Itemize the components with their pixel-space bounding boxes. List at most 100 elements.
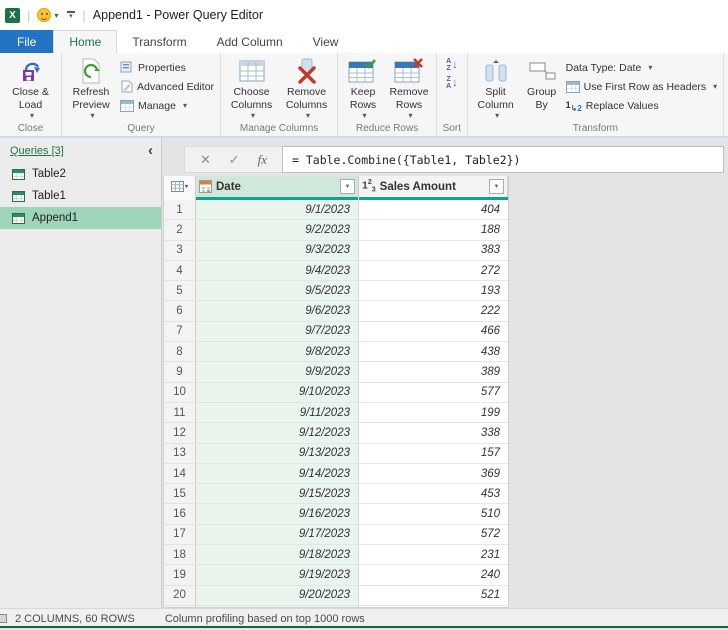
date-cell[interactable]: 9/9/2023 — [196, 362, 359, 382]
sales-amount-cell[interactable]: 231 — [359, 545, 508, 565]
sales-amount-cell[interactable]: 338 — [359, 423, 508, 443]
date-cell[interactable]: 9/11/2023 — [196, 403, 359, 423]
sales-amount-cell[interactable]: 438 — [359, 342, 508, 362]
sort-ascending-button[interactable]: AZ↓ — [446, 59, 458, 72]
sales-amount-cell[interactable]: 577 — [359, 383, 508, 403]
sales-amount-cell[interactable]: 404 — [359, 200, 508, 220]
row-number[interactable]: 20 — [164, 586, 196, 606]
advanced-editor-button[interactable]: Advanced Editor — [117, 77, 217, 96]
column-header-date[interactable]: Date ▼ — [196, 176, 359, 197]
date-cell[interactable]: 9/14/2023 — [196, 464, 359, 484]
sales-amount-cell[interactable]: 453 — [359, 484, 508, 504]
row-number[interactable]: 11 — [164, 403, 196, 423]
sales-amount-cell[interactable]: 369 — [359, 464, 508, 484]
date-cell[interactable]: 9/2/2023 — [196, 220, 359, 240]
row-number[interactable]: 2 — [164, 220, 196, 240]
sales-amount-cell[interactable]: 193 — [359, 281, 508, 301]
row-number[interactable]: 12 — [164, 423, 196, 443]
date-cell[interactable]: 9/15/2023 — [196, 484, 359, 504]
row-number[interactable]: 14 — [164, 464, 196, 484]
remove-columns-button[interactable]: Remove Columns▾ — [279, 55, 334, 121]
row-number[interactable]: 3 — [164, 241, 196, 261]
sales-amount-cell[interactable]: 389 — [359, 362, 508, 382]
properties-button[interactable]: Properties — [117, 58, 217, 77]
sales-amount-cell[interactable]: 240 — [359, 565, 508, 585]
row-number[interactable]: 9 — [164, 362, 196, 382]
sales-amount-cell[interactable]: 222 — [359, 301, 508, 321]
quick-access-toolbar-icon[interactable]: ▾ — [66, 11, 75, 19]
replace-values-button[interactable]: 1↳2 Replace Values — [563, 96, 721, 115]
tab-home[interactable]: Home — [53, 30, 117, 53]
filter-button-sales-amount[interactable]: ▼ — [489, 179, 504, 194]
divider: | — [27, 8, 30, 23]
commit-formula-icon[interactable]: ✓ — [229, 152, 240, 168]
date-cell[interactable]: 9/8/2023 — [196, 342, 359, 362]
tab-transform[interactable]: Transform — [117, 30, 201, 53]
fx-icon[interactable]: fx — [258, 152, 267, 168]
refresh-preview-button[interactable]: Refresh Preview▾ — [65, 55, 117, 121]
filter-button-date[interactable]: ▼ — [340, 179, 355, 194]
smiley-dropdown-caret-icon[interactable]: ▾ — [54, 11, 58, 20]
group-by-button[interactable]: Group By — [521, 55, 563, 111]
row-number[interactable]: 5 — [164, 281, 196, 301]
remove-rows-button[interactable]: Remove Rows▾ — [385, 55, 433, 121]
status-profiling-info[interactable]: Column profiling based on top 1000 rows — [165, 613, 365, 625]
query-item-append1[interactable]: Append1 — [0, 207, 161, 229]
row-number[interactable]: 8 — [164, 342, 196, 362]
sales-amount-cell[interactable]: 521 — [359, 586, 508, 606]
sales-amount-cell[interactable]: 466 — [359, 322, 508, 342]
sales-amount-cell[interactable]: 383 — [359, 241, 508, 261]
row-number[interactable]: 17 — [164, 525, 196, 545]
date-cell[interactable]: 9/4/2023 — [196, 261, 359, 281]
date-cell[interactable]: 9/13/2023 — [196, 444, 359, 464]
date-cell[interactable]: 9/19/2023 — [196, 565, 359, 585]
cancel-formula-icon[interactable]: ✕ — [200, 152, 211, 168]
manage-button[interactable]: Manage▾ — [117, 96, 217, 115]
split-column-button[interactable]: Split Column▾ — [471, 55, 521, 121]
choose-columns-button[interactable]: Choose Columns▾ — [224, 55, 279, 121]
row-number[interactable]: 15 — [164, 484, 196, 504]
date-cell[interactable]: 9/17/2023 — [196, 525, 359, 545]
row-number[interactable]: 7 — [164, 322, 196, 342]
column-header-sales-amount[interactable]: 123 Sales Amount ▼ — [359, 176, 508, 197]
row-number[interactable]: 1 — [164, 200, 196, 220]
query-item-label: Table2 — [32, 168, 66, 180]
keep-rows-button[interactable]: Keep Rows▾ — [341, 55, 385, 121]
row-number[interactable]: 10 — [164, 383, 196, 403]
row-number[interactable]: 18 — [164, 545, 196, 565]
close-and-load-button[interactable]: Close & Load▾ — [3, 55, 58, 121]
formula-input[interactable]: = Table.Combine({Table1, Table2}) — [282, 146, 724, 173]
sales-amount-cell[interactable]: 188 — [359, 220, 508, 240]
sales-amount-cell[interactable]: 157 — [359, 444, 508, 464]
date-cell[interactable]: 9/7/2023 — [196, 322, 359, 342]
date-cell[interactable]: 9/12/2023 — [196, 423, 359, 443]
tab-add-column[interactable]: Add Column — [202, 30, 298, 53]
date-cell[interactable]: 9/5/2023 — [196, 281, 359, 301]
sales-amount-cell[interactable]: 572 — [359, 525, 508, 545]
use-first-row-button[interactable]: Use First Row as Headers▾ — [563, 77, 721, 96]
data-type-button[interactable]: Data Type: Date▾ — [563, 58, 721, 77]
sales-amount-cell[interactable]: 199 — [359, 403, 508, 423]
sort-descending-button[interactable]: ZA↓ — [446, 77, 458, 90]
row-number[interactable]: 4 — [164, 261, 196, 281]
date-cell[interactable]: 9/16/2023 — [196, 504, 359, 524]
row-number[interactable]: 6 — [164, 301, 196, 321]
sales-amount-cell[interactable]: 510 — [359, 504, 508, 524]
query-item-table1[interactable]: Table1 — [0, 185, 161, 207]
date-cell[interactable]: 9/3/2023 — [196, 241, 359, 261]
date-cell[interactable]: 9/18/2023 — [196, 545, 359, 565]
date-cell[interactable]: 9/6/2023 — [196, 301, 359, 321]
tab-view[interactable]: View — [298, 30, 354, 53]
date-cell[interactable]: 9/10/2023 — [196, 383, 359, 403]
row-number[interactable]: 16 — [164, 504, 196, 524]
row-number[interactable]: 19 — [164, 565, 196, 585]
feedback-smiley-icon[interactable] — [37, 8, 51, 22]
collapse-pane-icon[interactable]: ‹ — [148, 146, 153, 156]
date-cell[interactable]: 9/20/2023 — [196, 586, 359, 606]
select-all-button[interactable]: ▾ — [164, 176, 196, 197]
tab-file[interactable]: File — [0, 30, 53, 53]
row-number[interactable]: 13 — [164, 444, 196, 464]
date-cell[interactable]: 9/1/2023 — [196, 200, 359, 220]
sales-amount-cell[interactable]: 272 — [359, 261, 508, 281]
query-item-table2[interactable]: Table2 — [0, 163, 161, 185]
